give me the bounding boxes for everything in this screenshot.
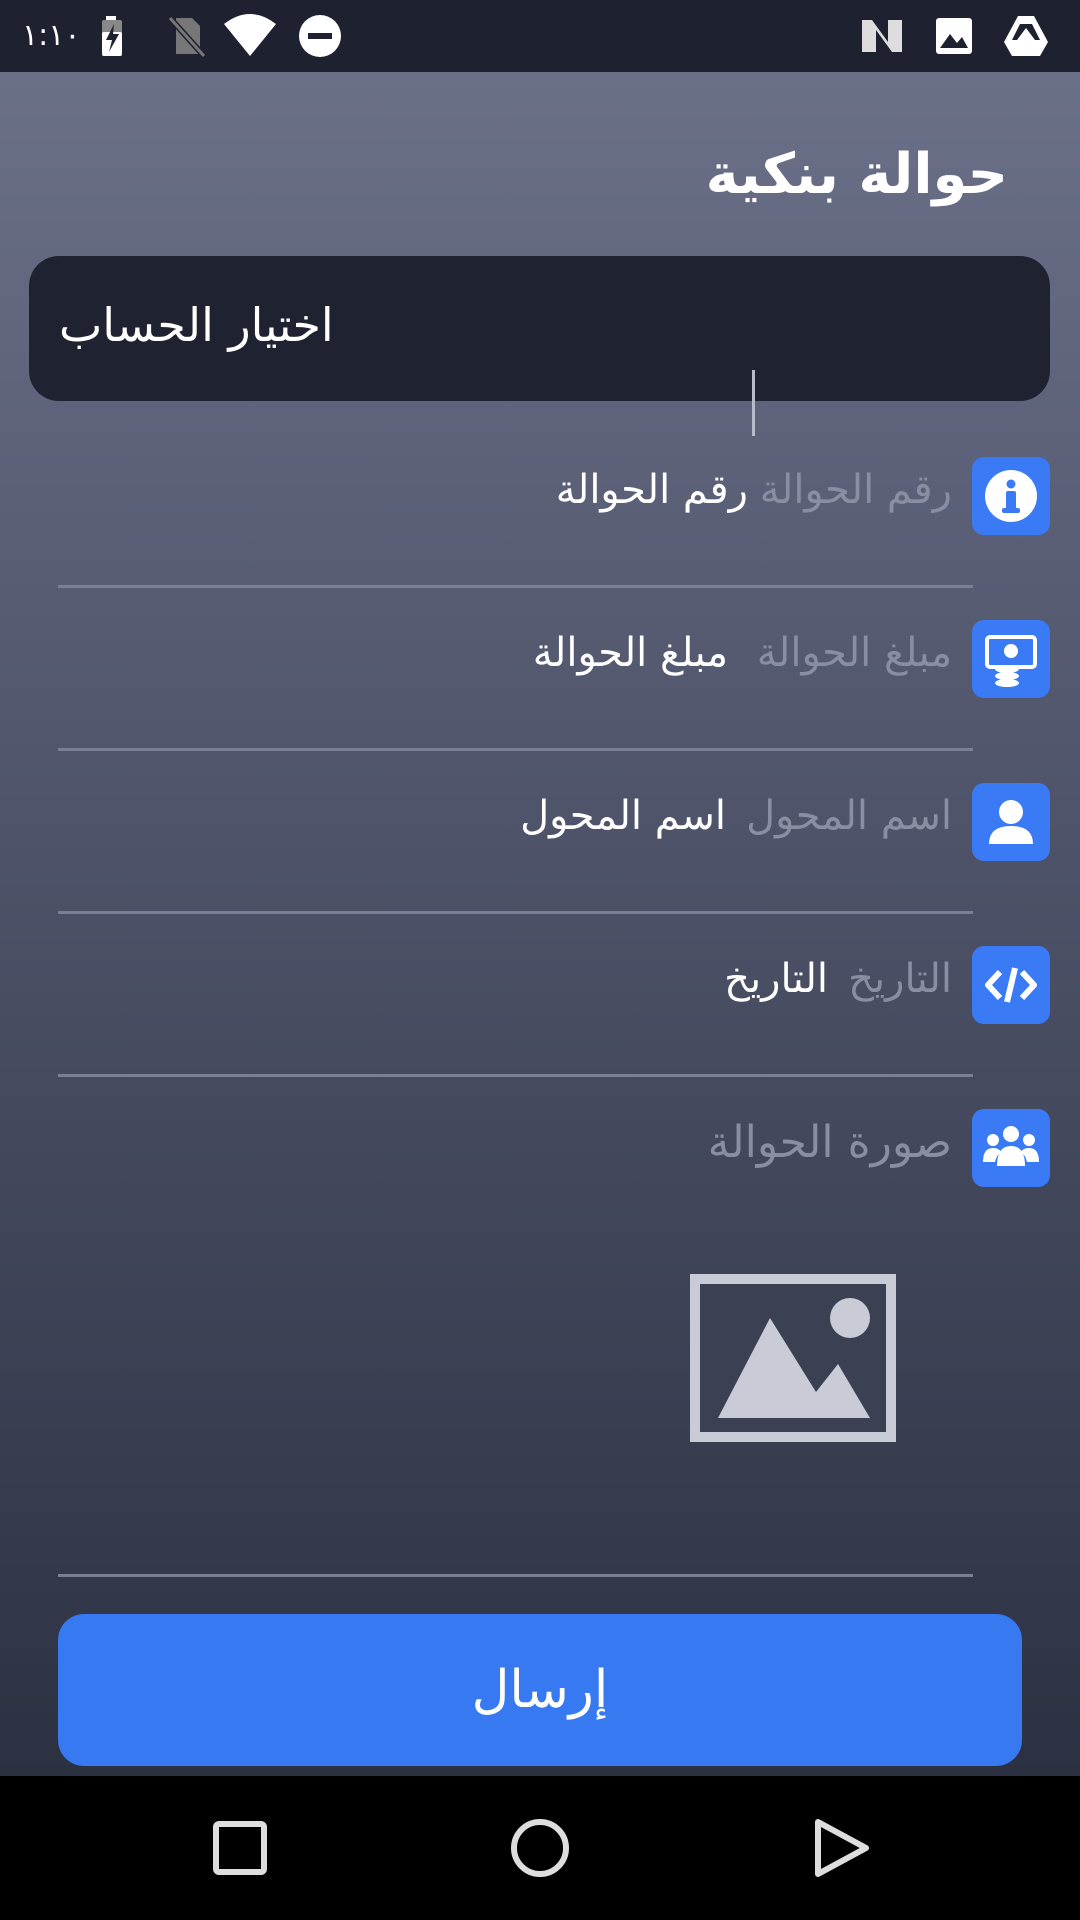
transfer-number-placeholder: رقم الحوالة [759,467,952,513]
transfer-number-value[interactable]: رقم الحوالة [556,467,748,513]
money-icon [972,620,1050,698]
status-bar: ١:١٠ [0,0,1080,72]
date-field[interactable]: التاريخ التاريخ [58,914,1050,1077]
code-icon [972,946,1050,1024]
image-placeholder-icon[interactable] [690,1274,896,1442]
submit-button-label: إرسال [471,1661,609,1719]
submit-button[interactable]: إرسال [58,1614,1022,1766]
sender-name-value[interactable]: اسم المحول [520,793,726,839]
page-title: حوالة بنكية [705,142,1008,207]
transfer-amount-value[interactable]: مبلغ الحوالة [533,630,728,676]
recents-icon[interactable] [206,1814,274,1882]
no-sim-icon [167,15,207,59]
back-icon[interactable] [806,1814,874,1882]
sender-name-placeholder: اسم المحول [746,793,952,839]
group-icon [972,1109,1050,1187]
transfer-image-field[interactable]: صورة الحوالة [58,1077,1050,1537]
drive-icon [1004,16,1048,56]
info-icon [972,457,1050,535]
battery-charging-icon [102,16,122,56]
sender-name-field[interactable]: اسم المحول اسم المحول [58,751,1050,914]
do-not-disturb-icon [299,15,341,57]
user-icon [972,783,1050,861]
account-select-label: اختيار الحساب [59,298,334,352]
home-icon[interactable] [506,1814,574,1882]
account-select[interactable]: اختيار الحساب [29,256,1050,401]
transfer-number-field[interactable]: رقم الحوالة رقم الحوالة [58,425,1050,588]
transfer-amount-placeholder: مبلغ الحوالة [756,630,952,676]
n-notification-icon [862,20,902,52]
clock: ١:١٠ [22,18,81,53]
transfer-amount-field[interactable]: مبلغ الحوالة مبلغ الحوالة [58,588,1050,751]
image-notification-icon [936,18,972,54]
transfer-image-label: صورة الحوالة [707,1117,952,1168]
wifi-icon [224,14,276,56]
bank-transfer-screen: حوالة بنكية اختيار الحساب رقم الحوالة رق… [0,72,1080,1776]
text-cursor [752,370,755,436]
date-placeholder: التاريخ [848,956,952,1002]
system-nav-bar [0,1776,1080,1920]
transfer-image-underline [58,1574,973,1577]
date-value[interactable]: التاريخ [724,956,828,1002]
